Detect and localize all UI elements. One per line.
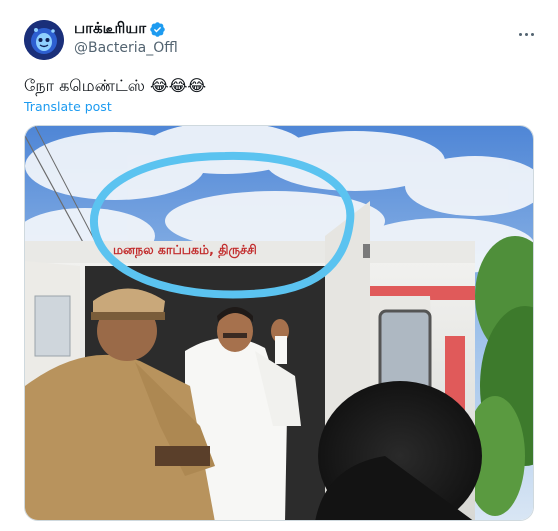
more-dot <box>518 32 522 36</box>
more-options-button[interactable] <box>514 24 538 44</box>
tweet-media-photo[interactable]: மனநல காப்பகம், திருச்சி <box>24 125 534 521</box>
photo-scene: மனநல காப்பகம், திருச்சி <box>25 126 533 520</box>
author-display-name[interactable]: பாக்டீரியா <box>74 19 166 39</box>
tweet-card: பாக்டீரியா @Bacteria_Offl நோ கமெண்ட்ஸ் 😂… <box>0 0 558 531</box>
more-dot <box>524 32 528 36</box>
van-sign-text: மனநல காப்பகம், திருச்சி <box>113 242 257 258</box>
tweet-text: நோ கமெண்ட்ஸ் 😂😂😂 <box>24 76 207 95</box>
more-dot <box>530 32 534 36</box>
translate-post-link[interactable]: Translate post <box>24 99 112 114</box>
author-handle[interactable]: @Bacteria_Offl <box>74 40 178 56</box>
avatar[interactable] <box>24 20 64 60</box>
display-name-text: பாக்டீரியா <box>74 19 147 37</box>
avatar-bacteria-icon <box>24 20 64 60</box>
verified-badge-icon <box>150 21 165 37</box>
